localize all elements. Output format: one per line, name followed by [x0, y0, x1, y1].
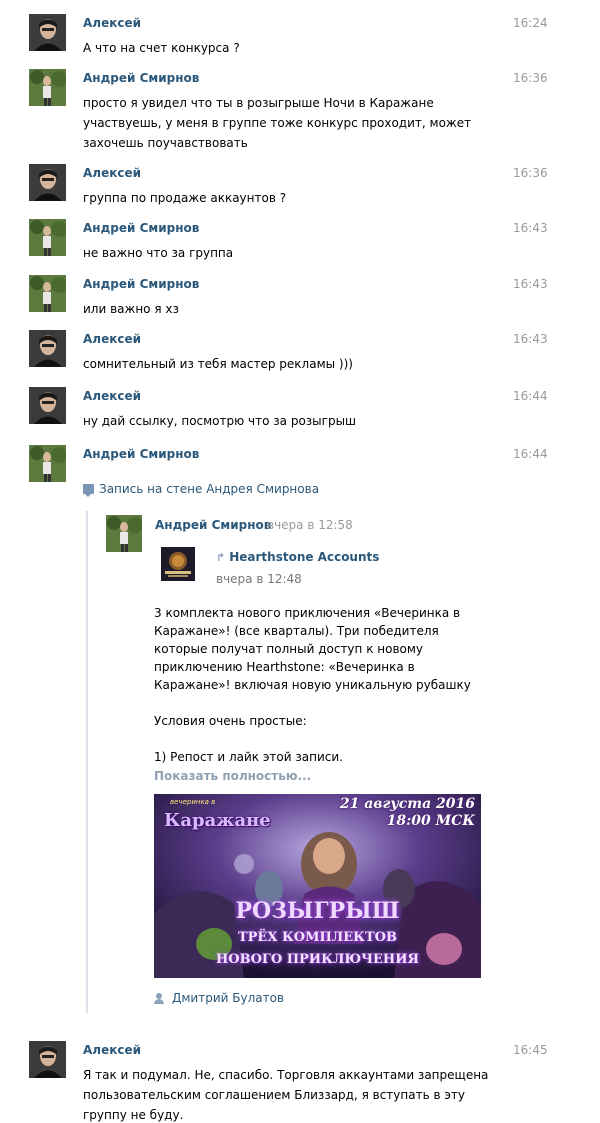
- banner-date-line: 21 августа 2016: [339, 796, 475, 812]
- message: Андрей Смирнов 16:43 или важно я хз: [0, 275, 600, 316]
- message: Алексей 16:43 сомнительный из тебя масте…: [0, 330, 600, 371]
- repost-bar: [86, 511, 88, 1013]
- post-signer-name: Дмитрий Булатов: [172, 991, 285, 1005]
- message: Алексей 16:45 Я так и подумал. Не, спаси…: [0, 1041, 600, 1122]
- message: Андрей Смирнов 16:43 не важно что за гру…: [0, 219, 600, 260]
- avatar[interactable]: [29, 219, 66, 256]
- message-text: просто я увидел что ты в розыгрыше Ночи …: [83, 96, 472, 150]
- message: Алексей 16:44 ну дай ссылку, посмотрю чт…: [0, 387, 600, 428]
- message-text: не важно что за группа: [83, 246, 234, 260]
- banner-title: РОЗЫГРЫШ: [235, 898, 400, 924]
- message: Андрей Смирнов 16:36 просто я увидел что…: [0, 69, 600, 150]
- message: Алексей 16:36 группа по продаже аккаунто…: [0, 164, 600, 205]
- avatar[interactable]: [29, 330, 66, 367]
- banner-date: 21 августа 2016 18:00 МСК: [340, 796, 475, 830]
- post-signer[interactable]: Дмитрий Булатов: [154, 991, 284, 1005]
- message-author[interactable]: Андрей Смирнов: [83, 277, 199, 291]
- wall-post-date[interactable]: вчера в 12:58: [267, 518, 353, 532]
- message-time[interactable]: 16:43: [513, 332, 548, 346]
- wall-post-paragraph: 1) Репост и лайк этой записи.: [154, 750, 343, 764]
- avatar[interactable]: [29, 387, 66, 424]
- message-author[interactable]: Андрей Смирнов: [83, 221, 199, 235]
- banner-logo-subtitle: вечеринка в: [170, 798, 216, 806]
- message-text: А что на счет конкурса ?: [83, 41, 240, 55]
- source-avatar[interactable]: [161, 547, 195, 581]
- message-text: группа по продаже аккаунтов ?: [83, 191, 287, 205]
- message-text: Я так и подумал. Не, спасибо. Торговля а…: [83, 1068, 489, 1122]
- source-name-label: Hearthstone Accounts: [229, 550, 380, 564]
- person-icon: [154, 992, 164, 1004]
- message-time[interactable]: 16:43: [513, 277, 548, 291]
- comment-icon: [83, 484, 94, 497]
- message-time[interactable]: 16:36: [513, 71, 548, 85]
- banner-subtitle: НОВОГО ПРИКЛЮЧЕНИЯ: [216, 952, 419, 967]
- source-date[interactable]: вчера в 12:48: [216, 572, 302, 586]
- banner-logo: Каражане: [164, 810, 271, 831]
- message-time[interactable]: 16:44: [513, 447, 548, 461]
- message-author[interactable]: Алексей: [83, 16, 141, 30]
- message-text: сомнительный из тебя мастер рекламы ))): [83, 357, 353, 371]
- message-author[interactable]: Андрей Смирнов: [83, 71, 199, 85]
- message: Алексей 16:24 А что на счет конкурса ?: [0, 14, 600, 55]
- avatar[interactable]: [29, 164, 66, 201]
- message-author[interactable]: Алексей: [83, 332, 141, 346]
- message-author[interactable]: Алексей: [83, 389, 141, 403]
- message-text: или важно я хз: [83, 302, 179, 316]
- avatar[interactable]: [29, 445, 66, 482]
- message-time[interactable]: 16:45: [513, 1043, 548, 1057]
- message-author[interactable]: Алексей: [83, 1043, 141, 1057]
- wall-post-paragraph: 3 комплекта нового приключения «Вечеринк…: [154, 606, 471, 692]
- show-more-link[interactable]: Показать полностью...: [154, 769, 311, 783]
- message-author[interactable]: Алексей: [83, 166, 141, 180]
- source-name[interactable]: ↱ Hearthstone Accounts: [216, 550, 379, 564]
- message-time[interactable]: 16:44: [513, 389, 548, 403]
- avatar[interactable]: [29, 69, 66, 106]
- repost-arrow-icon: ↱: [216, 550, 226, 564]
- message-author[interactable]: Андрей Смирнов: [83, 447, 199, 461]
- wall-post-author[interactable]: Андрей Смирнов: [155, 518, 271, 532]
- message-time[interactable]: 16:43: [513, 221, 548, 235]
- avatar[interactable]: [106, 515, 142, 552]
- avatar[interactable]: [29, 275, 66, 312]
- message-text: ну дай ссылку, посмотрю что за розыгрыш: [83, 414, 357, 428]
- wall-post-link[interactable]: Запись на стене Андрея Смирнова: [83, 482, 320, 497]
- post-image[interactable]: вечеринка в Каражане 21 августа 2016 18:…: [154, 794, 481, 978]
- banner-time-line: 18:00 МСК: [386, 813, 475, 829]
- avatar[interactable]: [29, 1041, 66, 1078]
- message-time[interactable]: 16:36: [513, 166, 548, 180]
- wall-post-link-label: Запись на стене Андрея Смирнова: [99, 482, 320, 496]
- banner-subtitle: ТРЁХ КОМПЛЕКТОВ: [237, 930, 397, 945]
- avatar[interactable]: [29, 14, 66, 51]
- wall-post-paragraph: Условия очень простые:: [154, 714, 307, 728]
- wall-post-text: 3 комплекта нового приключения «Вечеринк…: [154, 604, 494, 766]
- message: Андрей Смирнов 16:44: [0, 445, 600, 485]
- message-time[interactable]: 16:24: [513, 16, 548, 30]
